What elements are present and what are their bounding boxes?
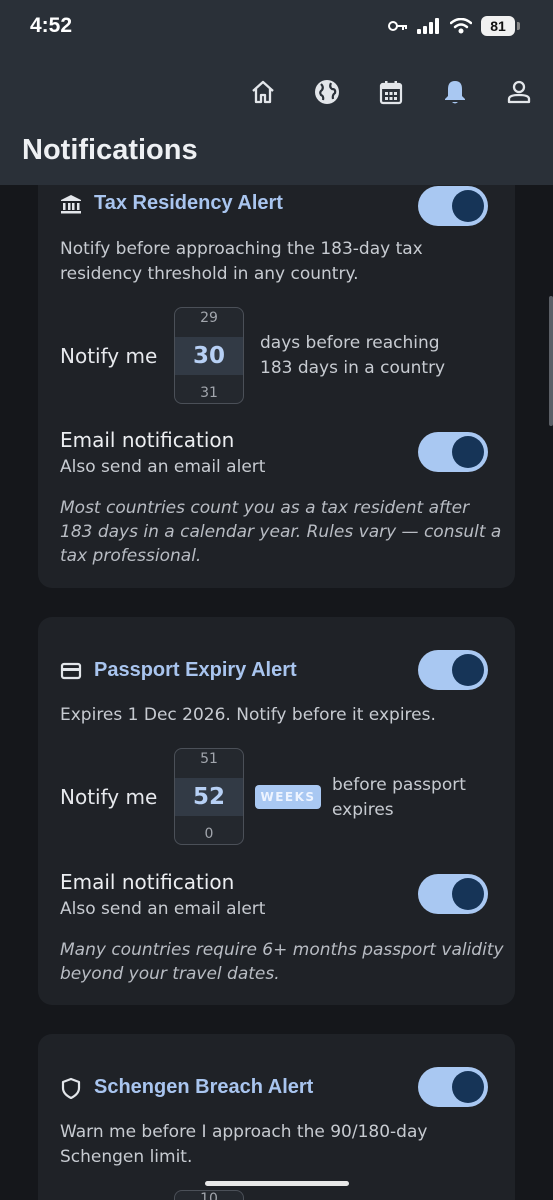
shield-icon	[61, 1077, 81, 1099]
schengen-title-row: Schengen Breach Alert	[60, 1076, 313, 1099]
scrollbar[interactable]	[549, 296, 553, 426]
globe-icon	[315, 80, 339, 104]
tax-email-subtitle: Also send an email alert	[60, 457, 266, 477]
tax-notify-label: Notify me	[60, 344, 158, 368]
schengen-breach-card: Schengen Breach Alert Warn me before I a…	[38, 1034, 515, 1200]
calendar-icon	[379, 81, 403, 105]
nav-notifications-button[interactable]	[439, 76, 471, 108]
battery-indicator: 81	[481, 16, 520, 36]
status-bar: 4:52 81	[0, 0, 553, 56]
app-header: 4:52 81 Notifications	[0, 0, 553, 185]
nav-home-button[interactable]	[247, 76, 279, 108]
toggle-knob	[452, 878, 484, 910]
picker-next-value: 0	[204, 826, 214, 842]
weeks-unit-badge: WEEKS	[255, 785, 321, 809]
schengen-days-picker[interactable]: 10	[174, 1190, 244, 1200]
toggle-knob	[452, 190, 484, 222]
toggle-knob	[452, 436, 484, 468]
schengen-title: Schengen Breach Alert	[94, 1076, 314, 1098]
tax-days-picker[interactable]: 29 30 31	[174, 307, 244, 404]
tax-residency-title: Tax Residency Alert	[94, 192, 283, 214]
picker-prev-value: 51	[200, 751, 218, 767]
bell-icon	[445, 81, 465, 104]
status-icons: 81	[388, 16, 520, 36]
passport-email-subtitle: Also send an email alert	[60, 899, 266, 919]
tax-email-title: Email notification	[60, 428, 235, 452]
picker-prev-value: 29	[200, 310, 218, 326]
schengen-toggle[interactable]	[418, 1067, 488, 1107]
toggle-knob	[452, 1071, 484, 1103]
picker-next-value: 31	[200, 385, 218, 401]
nav-profile-button[interactable]	[503, 76, 535, 108]
passport-notify-label: Notify me	[60, 785, 158, 809]
nav-calendar-button[interactable]	[375, 76, 407, 108]
person-icon	[507, 80, 531, 104]
status-time: 4:52	[30, 14, 73, 37]
tax-note: Most countries count you as a tax reside…	[60, 498, 502, 566]
credit-card-icon	[60, 662, 82, 679]
passport-toggle[interactable]	[418, 650, 488, 690]
bank-icon	[61, 194, 81, 213]
passport-title: Passport Expiry Alert	[94, 659, 297, 681]
schengen-description: Warn me before I approach the 90/180-day…	[60, 1122, 428, 1167]
passport-expiry-card: Passport Expiry Alert Expires 1 Dec 2026…	[38, 617, 515, 1005]
passport-weeks-picker[interactable]: 51 52 0	[174, 748, 244, 845]
tax-residency-card: Tax Residency Alert Notify before approa…	[38, 150, 515, 588]
key-icon	[388, 21, 407, 31]
picker-current-value: 30	[175, 337, 243, 375]
passport-after-text: before passport expires	[332, 775, 466, 820]
toggle-knob	[452, 654, 484, 686]
home-icon	[252, 80, 274, 104]
home-indicator[interactable]	[205, 1181, 349, 1186]
passport-email-toggle[interactable]	[418, 874, 488, 914]
passport-description: Expires 1 Dec 2026. Notify before it exp…	[60, 705, 436, 725]
tax-residency-toggle[interactable]	[418, 186, 488, 226]
wifi-icon	[450, 18, 472, 34]
tax-email-toggle[interactable]	[418, 432, 488, 472]
picker-current-value: 52	[175, 778, 243, 816]
nav-globe-button[interactable]	[311, 76, 343, 108]
signal-icon	[417, 18, 439, 34]
passport-email-title: Email notification	[60, 870, 235, 894]
passport-note: Many countries require 6+ months passpor…	[60, 940, 504, 984]
top-nav	[247, 76, 535, 108]
tax-after-text: days before reaching 183 days in a count…	[260, 333, 446, 378]
page-title: Notifications	[22, 134, 198, 166]
tax-residency-title-row: Tax Residency Alert	[60, 192, 283, 215]
passport-title-row: Passport Expiry Alert	[60, 659, 297, 682]
tax-residency-description: Notify before approaching the 183-day ta…	[60, 239, 423, 284]
